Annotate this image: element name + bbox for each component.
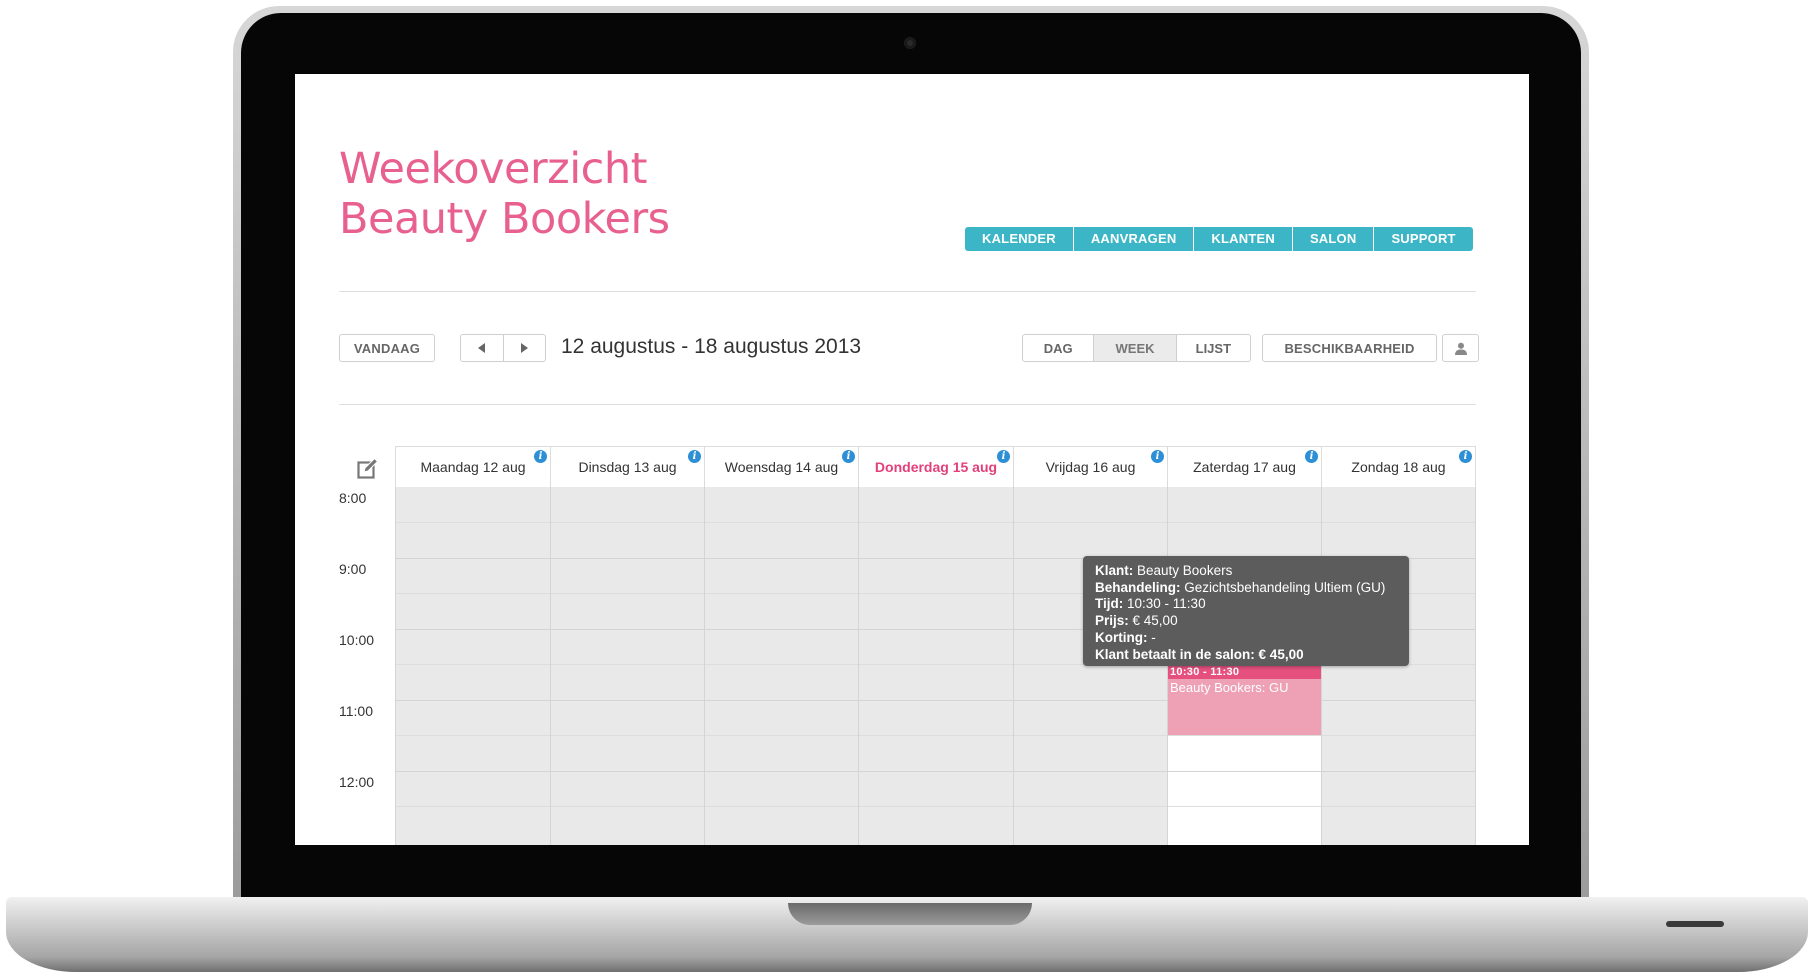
tooltip-label: Behandeling: [1095, 579, 1181, 595]
page-title-line2: Beauty Bookers [339, 194, 670, 244]
day-header-saturday[interactable]: Zaterdag 17 aug i [1167, 446, 1321, 487]
tooltip-pays: Klant betaalt in de salon: € 45,00 [1095, 647, 1397, 664]
available-slot[interactable] [1167, 735, 1321, 845]
laptop-notch [788, 903, 1032, 925]
info-icon[interactable]: i [534, 450, 547, 463]
appointment-tooltip: Klant: Beauty Bookers Behandeling: Gezic… [1083, 556, 1409, 666]
grid-line [395, 806, 1476, 807]
user-button[interactable] [1442, 334, 1479, 362]
tooltip-value: Gezichtsbehandeling Ultiem (GU) [1184, 579, 1386, 595]
divider-top [339, 291, 1476, 292]
tooltip-discount: Korting: - [1095, 630, 1397, 647]
info-icon[interactable]: i [1459, 450, 1472, 463]
day-label: Zondag 18 aug [1351, 459, 1446, 475]
divider-middle [339, 404, 1476, 405]
tooltip-treatment: Behandeling: Gezichtsbehandeling Ultiem … [1095, 580, 1397, 597]
appointment-event[interactable]: 10:30 - 11:30 Beauty Bookers: GU [1168, 665, 1321, 735]
view-dag-button[interactable]: DAG [1023, 335, 1095, 361]
day-header-sunday[interactable]: Zondag 18 aug i [1321, 446, 1476, 487]
date-range: 12 augustus - 18 augustus 2013 [561, 335, 862, 358]
grid-line [395, 522, 1476, 523]
day-header-wednesday[interactable]: Woensdag 14 aug i [704, 446, 858, 487]
triangle-right-icon [521, 343, 529, 353]
grid-line [395, 771, 1476, 772]
tooltip-value: Beauty Bookers [1137, 563, 1233, 578]
day-label: Dinsdag 13 aug [578, 459, 677, 475]
day-header-tuesday[interactable]: Dinsdag 13 aug i [550, 446, 704, 487]
event-time: 10:30 - 11:30 [1168, 665, 1321, 679]
today-button[interactable]: VANDAAG [339, 334, 435, 362]
tooltip-label: Tijd: [1095, 596, 1124, 612]
day-label: Donderdag 15 aug [874, 459, 998, 475]
nav-aanvragen[interactable]: AANVRAGEN [1073, 227, 1195, 251]
view-week-button[interactable]: WEEK [1094, 335, 1177, 361]
next-week-button[interactable] [504, 335, 546, 361]
day-label: Vrijdag 16 aug [1045, 459, 1136, 475]
time-label: 9:00 [339, 561, 367, 577]
info-icon[interactable]: i [842, 450, 855, 463]
tooltip-label: Klant: [1095, 563, 1134, 578]
triangle-left-icon [477, 343, 485, 353]
tooltip-label: Klant betaalt in de salon: [1095, 646, 1255, 662]
user-icon [1454, 342, 1467, 355]
view-lijst-button[interactable]: LIJST [1177, 335, 1250, 361]
grid-line [550, 487, 551, 845]
tooltip-client: Klant: Beauty Bookers [1095, 563, 1397, 580]
camera-icon [904, 37, 916, 49]
edit-icon[interactable] [357, 458, 379, 480]
grid-line [1475, 487, 1476, 845]
main-nav: KALENDER AANVRAGEN KLANTEN SALON SUPPORT [965, 227, 1473, 251]
day-header-friday[interactable]: Vrijdag 16 aug i [1013, 446, 1167, 487]
tooltip-value: - [1151, 629, 1156, 645]
tooltip-label: Prijs: [1095, 613, 1129, 629]
nav-salon[interactable]: SALON [1292, 227, 1375, 251]
time-grid[interactable]: 10:30 - 11:30 Beauty Bookers: GU [395, 487, 1476, 845]
grid-line [1321, 487, 1322, 845]
view-switcher: DAG WEEK LIJST [1022, 334, 1251, 362]
prev-week-button[interactable] [461, 335, 504, 361]
tooltip-label: Korting: [1095, 629, 1148, 645]
grid-line [395, 735, 1476, 736]
grid-line [395, 487, 396, 845]
day-header-monday[interactable]: Maandag 12 aug i [395, 446, 550, 487]
grid-line [858, 487, 859, 845]
laptop-slot [1666, 921, 1724, 927]
time-label: 11:00 [339, 703, 373, 719]
grid-line [704, 487, 705, 845]
event-title: Beauty Bookers: GU [1170, 680, 1289, 695]
availability-button[interactable]: BESCHIKBAARHEID [1262, 334, 1437, 362]
grid-line [1013, 487, 1014, 845]
page-title: Weekoverzicht Beauty Bookers [339, 144, 839, 244]
time-label: 12:00 [339, 774, 375, 790]
date-nav-group [460, 334, 546, 362]
tooltip-price: Prijs: € 45,00 [1095, 613, 1397, 630]
day-header-thursday[interactable]: Donderdag 15 aug i [858, 446, 1013, 487]
day-label: Zaterdag 17 aug [1193, 459, 1296, 475]
nav-klanten[interactable]: KLANTEN [1194, 227, 1293, 251]
tooltip-value: 10:30 - 11:30 [1127, 596, 1206, 612]
time-label: 8:00 [339, 490, 367, 506]
tooltip-value: € 45,00 [1258, 646, 1304, 662]
time-label: 10:00 [339, 632, 375, 648]
tooltip-time: Tijd: 10:30 - 11:30 [1095, 596, 1397, 613]
page-title-line1: Weekoverzicht [339, 144, 647, 194]
app-screen: Weekoverzicht Beauty Bookers KALENDER AA… [295, 74, 1529, 845]
nav-kalender[interactable]: KALENDER [965, 227, 1074, 251]
info-icon[interactable]: i [688, 450, 701, 463]
day-label: Woensdag 14 aug [724, 459, 839, 475]
tooltip-value: € 45,00 [1132, 613, 1178, 629]
info-icon[interactable]: i [997, 450, 1010, 463]
nav-support[interactable]: SUPPORT [1374, 227, 1473, 251]
info-icon[interactable]: i [1305, 450, 1318, 463]
info-icon[interactable]: i [1151, 450, 1164, 463]
day-label: Maandag 12 aug [420, 459, 526, 475]
